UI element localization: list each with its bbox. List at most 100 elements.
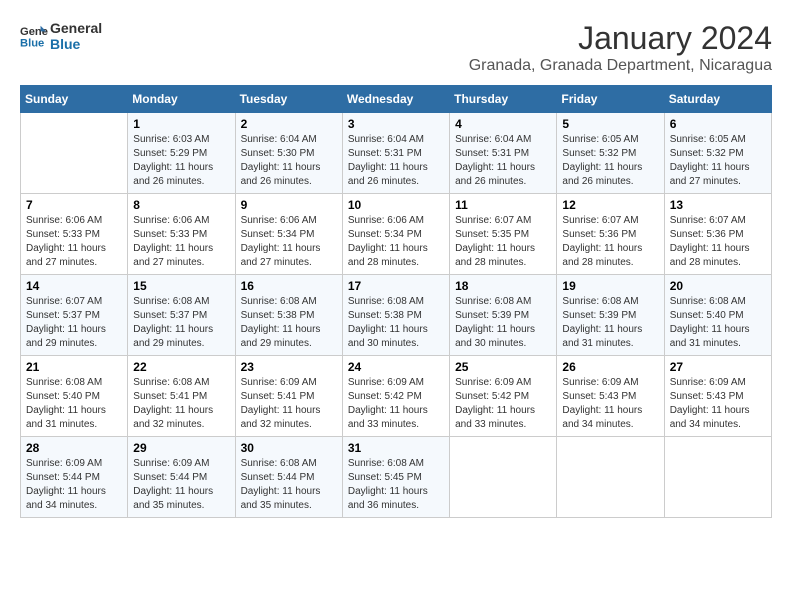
day-number: 17 <box>348 279 444 293</box>
svg-text:Blue: Blue <box>20 37 44 49</box>
day-number: 13 <box>670 198 766 212</box>
calendar-week-row: 21 Sunrise: 6:08 AMSunset: 5:40 PMDayligh… <box>21 356 772 437</box>
calendar-week-row: 1Sunrise: 6:03 AMSunset: 5:29 PMDaylight… <box>21 113 772 194</box>
calendar-day-cell: 27Sunrise: 6:09 AMSunset: 5:43 PMDayligh… <box>664 356 771 437</box>
day-info: Sunrise: 6:04 AMSunset: 5:31 PMDaylight:… <box>348 133 444 189</box>
day-number: 20 <box>670 279 766 293</box>
day-info: Sunrise: 6:06 AMSunset: 5:33 PMDaylight:… <box>133 214 229 270</box>
day-info: Sunrise: 6:09 AMSunset: 5:44 PMDaylight:… <box>133 457 229 513</box>
day-info: Sunrise: 6:04 AMSunset: 5:30 PMDaylight:… <box>241 133 337 189</box>
day-info: Sunrise: 6:07 AMSunset: 5:35 PMDaylight:… <box>455 214 551 270</box>
day-number: 5 <box>562 117 658 131</box>
calendar-day-cell <box>664 437 771 518</box>
day-number: 16 <box>241 279 337 293</box>
weekday-header-cell: Friday <box>557 86 664 113</box>
day-info: Sunrise: 6:06 AMSunset: 5:33 PMDaylight:… <box>26 214 122 270</box>
day-number: 18 <box>455 279 551 293</box>
day-info: Sunrise: 6:09 AMSunset: 5:41 PMDaylight:… <box>241 376 337 432</box>
title-block: January 2024 Granada, Granada Department… <box>469 20 772 75</box>
location-title: Granada, Granada Department, Nicaragua <box>469 57 772 75</box>
calendar-week-row: 28Sunrise: 6:09 AMSunset: 5:44 PMDayligh… <box>21 437 772 518</box>
day-number: 26 <box>562 360 658 374</box>
day-info: Sunrise: 6:08 AMSunset: 5:37 PMDaylight:… <box>133 295 229 351</box>
calendar-day-cell: 31 Sunrise: 6:08 AMSunset: 5:45 PMDayligh… <box>342 437 449 518</box>
calendar-day-cell: 3 Sunrise: 6:04 AMSunset: 5:31 PMDaylight… <box>342 113 449 194</box>
day-number: 21 <box>26 360 122 374</box>
day-number: 22 <box>133 360 229 374</box>
calendar-day-cell: 25 Sunrise: 6:09 AMSunset: 5:42 PMDayligh… <box>450 356 557 437</box>
day-number: 25 <box>455 360 551 374</box>
month-title: January 2024 <box>469 20 772 57</box>
day-number: 7 <box>26 198 122 212</box>
day-info: Sunrise: 6:08 AMSunset: 5:39 PMDaylight:… <box>455 295 551 351</box>
weekday-header-cell: Saturday <box>664 86 771 113</box>
svg-text:General: General <box>20 26 48 38</box>
day-info: Sunrise: 6:08 AMSunset: 5:45 PMDaylight:… <box>348 457 444 513</box>
weekday-header-row: SundayMondayTuesdayWednesdayThursdayFrid… <box>21 86 772 113</box>
page-header: General Blue General Blue January 2024 G… <box>20 20 772 75</box>
day-number: 8 <box>133 198 229 212</box>
calendar-day-cell: 14 Sunrise: 6:07 AMSunset: 5:37 PMDayligh… <box>21 275 128 356</box>
calendar-day-cell: 18 Sunrise: 6:08 AMSunset: 5:39 PMDayligh… <box>450 275 557 356</box>
day-info: Sunrise: 6:07 AMSunset: 5:37 PMDaylight:… <box>26 295 122 351</box>
calendar-day-cell: 17Sunrise: 6:08 AMSunset: 5:38 PMDayligh… <box>342 275 449 356</box>
day-number: 3 <box>348 117 444 131</box>
day-info: Sunrise: 6:09 AMSunset: 5:42 PMDaylight:… <box>455 376 551 432</box>
calendar-day-cell <box>557 437 664 518</box>
weekday-header-cell: Sunday <box>21 86 128 113</box>
calendar-day-cell: 6 Sunrise: 6:05 AMSunset: 5:32 PMDaylight… <box>664 113 771 194</box>
day-number: 10 <box>348 198 444 212</box>
calendar-day-cell: 28Sunrise: 6:09 AMSunset: 5:44 PMDayligh… <box>21 437 128 518</box>
calendar-day-cell: 22 Sunrise: 6:08 AMSunset: 5:41 PMDayligh… <box>128 356 235 437</box>
calendar-day-cell: 29 Sunrise: 6:09 AMSunset: 5:44 PMDayligh… <box>128 437 235 518</box>
day-number: 24 <box>348 360 444 374</box>
weekday-header-cell: Tuesday <box>235 86 342 113</box>
day-number: 4 <box>455 117 551 131</box>
day-info: Sunrise: 6:08 AMSunset: 5:41 PMDaylight:… <box>133 376 229 432</box>
day-number: 23 <box>241 360 337 374</box>
day-number: 30 <box>241 441 337 455</box>
calendar-day-cell: 4 Sunrise: 6:04 AMSunset: 5:31 PMDaylight… <box>450 113 557 194</box>
logo-line1: General <box>50 20 102 36</box>
day-number: 6 <box>670 117 766 131</box>
day-info: Sunrise: 6:05 AMSunset: 5:32 PMDaylight:… <box>670 133 766 189</box>
day-info: Sunrise: 6:08 AMSunset: 5:40 PMDaylight:… <box>26 376 122 432</box>
weekday-header-cell: Wednesday <box>342 86 449 113</box>
calendar-day-cell: 1Sunrise: 6:03 AMSunset: 5:29 PMDaylight… <box>128 113 235 194</box>
day-info: Sunrise: 6:09 AMSunset: 5:43 PMDaylight:… <box>562 376 658 432</box>
day-info: Sunrise: 6:07 AMSunset: 5:36 PMDaylight:… <box>670 214 766 270</box>
logo: General Blue General Blue <box>20 20 102 52</box>
weekday-header-cell: Monday <box>128 86 235 113</box>
calendar-day-cell: 26 Sunrise: 6:09 AMSunset: 5:43 PMDayligh… <box>557 356 664 437</box>
day-number: 15 <box>133 279 229 293</box>
calendar-week-row: 7 Sunrise: 6:06 AMSunset: 5:33 PMDaylight… <box>21 194 772 275</box>
day-number: 11 <box>455 198 551 212</box>
calendar-day-cell <box>21 113 128 194</box>
calendar-day-cell: 16 Sunrise: 6:08 AMSunset: 5:38 PMDayligh… <box>235 275 342 356</box>
calendar-day-cell: 30 Sunrise: 6:08 AMSunset: 5:44 PMDayligh… <box>235 437 342 518</box>
day-info: Sunrise: 6:04 AMSunset: 5:31 PMDaylight:… <box>455 133 551 189</box>
day-info: Sunrise: 6:03 AMSunset: 5:29 PMDaylight:… <box>133 133 229 189</box>
day-info: Sunrise: 6:05 AMSunset: 5:32 PMDaylight:… <box>562 133 658 189</box>
calendar-day-cell: 15 Sunrise: 6:08 AMSunset: 5:37 PMDayligh… <box>128 275 235 356</box>
calendar-day-cell: 11 Sunrise: 6:07 AMSunset: 5:35 PMDayligh… <box>450 194 557 275</box>
day-number: 2 <box>241 117 337 131</box>
day-number: 29 <box>133 441 229 455</box>
day-info: Sunrise: 6:08 AMSunset: 5:40 PMDaylight:… <box>670 295 766 351</box>
day-number: 31 <box>348 441 444 455</box>
day-info: Sunrise: 6:09 AMSunset: 5:42 PMDaylight:… <box>348 376 444 432</box>
calendar-day-cell: 9Sunrise: 6:06 AMSunset: 5:34 PMDaylight… <box>235 194 342 275</box>
calendar-day-cell: 12Sunrise: 6:07 AMSunset: 5:36 PMDayligh… <box>557 194 664 275</box>
day-number: 12 <box>562 198 658 212</box>
day-info: Sunrise: 6:06 AMSunset: 5:34 PMDaylight:… <box>241 214 337 270</box>
day-number: 14 <box>26 279 122 293</box>
calendar-day-cell: 13 Sunrise: 6:07 AMSunset: 5:36 PMDayligh… <box>664 194 771 275</box>
day-info: Sunrise: 6:08 AMSunset: 5:38 PMDaylight:… <box>241 295 337 351</box>
day-info: Sunrise: 6:08 AMSunset: 5:44 PMDaylight:… <box>241 457 337 513</box>
day-info: Sunrise: 6:09 AMSunset: 5:43 PMDaylight:… <box>670 376 766 432</box>
logo-icon: General Blue <box>20 22 48 50</box>
calendar-day-cell: 24 Sunrise: 6:09 AMSunset: 5:42 PMDayligh… <box>342 356 449 437</box>
calendar-day-cell: 7 Sunrise: 6:06 AMSunset: 5:33 PMDaylight… <box>21 194 128 275</box>
day-info: Sunrise: 6:06 AMSunset: 5:34 PMDaylight:… <box>348 214 444 270</box>
weekday-header-cell: Thursday <box>450 86 557 113</box>
